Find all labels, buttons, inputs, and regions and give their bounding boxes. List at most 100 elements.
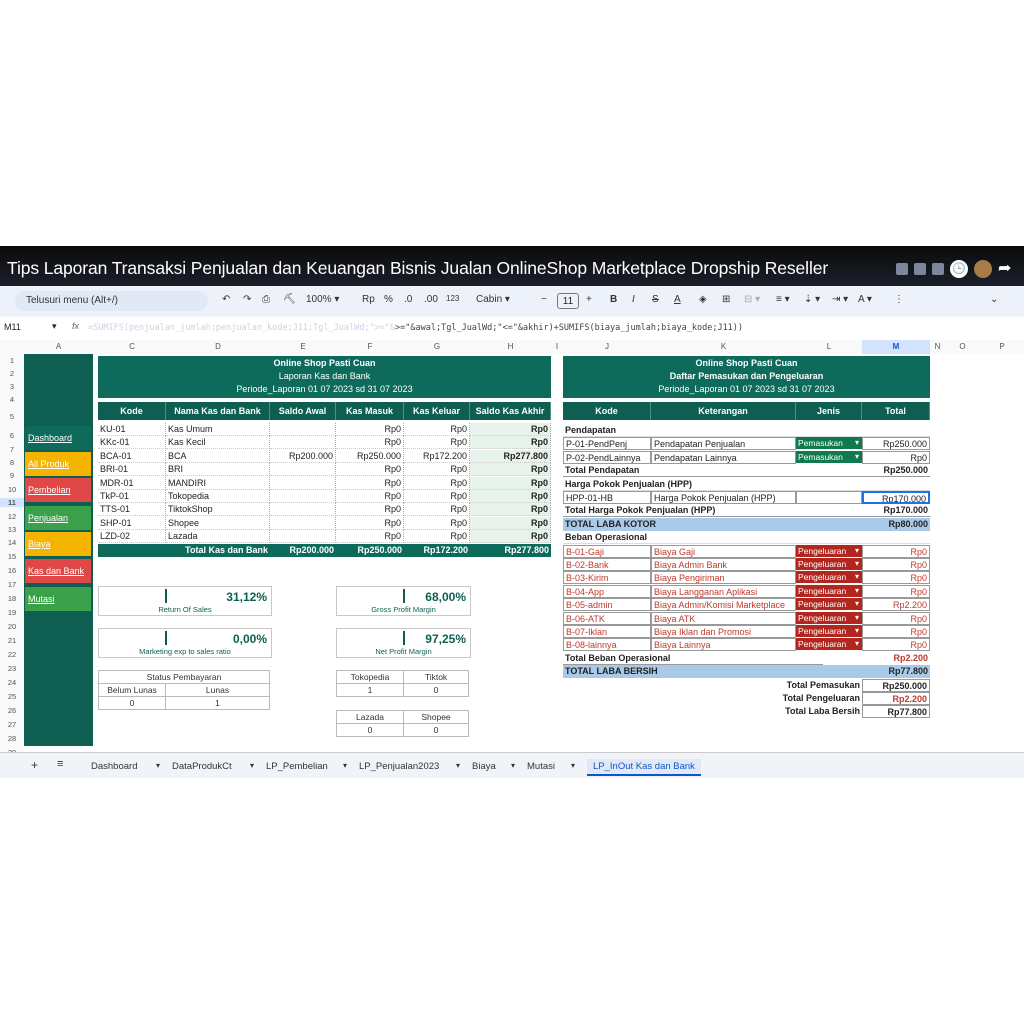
kas-header-cell[interactable]: Kode [98,402,166,420]
sheet-tab[interactable]: Biaya [472,761,496,772]
column-header[interactable]: O [945,342,980,351]
number-format-button[interactable]: 123 [446,294,459,303]
row-number[interactable]: 22 [0,650,24,659]
row-number[interactable]: 4 [0,395,24,404]
row-number[interactable]: 23 [0,664,24,673]
row-number[interactable]: 18 [0,594,24,603]
column-header[interactable]: H [470,342,551,351]
pl-total-cell[interactable]: Rp0 [862,544,930,558]
row-number[interactable]: 3 [0,382,24,391]
print-icon[interactable]: ⎙ [262,294,270,305]
row-number[interactable]: 25 [0,692,24,701]
pl-type-dropdown[interactable]: Pengeluaran [796,584,862,597]
pl-total-cell[interactable]: Rp0 [862,584,930,598]
italic-icon[interactable]: I [632,294,635,305]
pl-total-cell[interactable]: Rp0 [862,558,930,571]
row-number[interactable]: 6 [0,431,24,440]
text-rotation-icon[interactable]: A ▾ [858,294,872,305]
column-header[interactable]: L [796,342,862,351]
column-header[interactable]: J [563,342,651,351]
watch-later-icon[interactable]: 🕒 [950,260,968,278]
text-color-icon[interactable]: A [674,294,681,305]
pl-total-cell[interactable]: Rp0 [862,625,930,638]
nav-kas-dan-bank[interactable]: Kas dan Bank [25,559,91,583]
row-number[interactable]: 27 [0,720,24,729]
row-number[interactable]: 26 [0,706,24,715]
column-header[interactable]: I [551,342,563,351]
pl-type-dropdown[interactable]: Pemasukan [796,437,862,450]
row-number[interactable]: 1 [0,356,24,365]
row-number[interactable]: 10 [0,485,24,494]
text-wrap-icon[interactable]: ⇥ ▾ [832,294,848,305]
pl-total-cell[interactable]: Rp0 [862,571,930,585]
row-number[interactable]: 21 [0,636,24,645]
currency-format-button[interactable]: Rp [362,294,375,305]
paint-format-icon[interactable]: ⛏ [283,294,296,305]
pl-type-dropdown[interactable]: Pengeluaran [796,625,862,637]
row-number[interactable]: 8 [0,458,24,467]
column-header[interactable]: M [862,340,930,354]
row-number[interactable]: 13 [0,525,24,534]
row-number[interactable]: 14 [0,538,24,547]
align-horizontal-icon[interactable]: ≡ ▾ [776,294,790,305]
font-size-input[interactable]: 11 [557,293,579,309]
kas-header-cell[interactable]: Kas Masuk [336,402,404,420]
pl-total-cell[interactable]: Rp0 [862,638,930,652]
row-number[interactable]: 19 [0,608,24,617]
sheet-tab[interactable]: LP_Pembelian [266,761,328,772]
column-header[interactable]: P [980,342,1024,351]
formula-input[interactable]: =SUMIFS(penjualan_jumlah;penjualan_kode;… [88,323,743,333]
row-number[interactable]: 28 [0,734,24,743]
sheet-tab[interactable]: DataProdukCt [172,761,232,772]
kas-header-cell[interactable]: Saldo Awal [270,402,336,420]
kas-header-cell[interactable]: Kas Keluar [404,402,470,420]
share-icon[interactable]: ➦ [998,260,1016,278]
percent-format-button[interactable]: % [384,294,393,305]
strikethrough-icon[interactable]: S [652,294,659,305]
tab-dropdown-icon[interactable]: ▾ [571,761,575,770]
bold-icon[interactable]: B [610,294,617,305]
pl-type-dropdown[interactable]: Pengeluaran [796,638,862,651]
row-number[interactable]: 2 [0,369,24,378]
merge-cells-icon[interactable]: ⊟ ▾ [744,294,760,305]
tab-dropdown-icon[interactable]: ▾ [156,761,160,770]
menu-search-input[interactable]: Telusuri menu (Alt+/) [15,291,208,311]
column-header[interactable]: G [404,342,470,351]
tab-dropdown-icon[interactable]: ▾ [250,761,254,770]
extension-icon[interactable] [896,263,908,275]
pl-type-dropdown[interactable]: Pengeluaran [796,598,862,611]
undo-icon[interactable]: ↶ [222,294,230,305]
row-number[interactable]: 7 [0,445,24,454]
extension-icon[interactable] [932,263,944,275]
borders-icon[interactable]: ⊞ [722,294,730,305]
more-icon[interactable]: ⋮ [894,294,904,305]
name-box-dropdown-icon[interactable]: ▾ [52,321,57,332]
row-number[interactable]: 11 [0,498,24,507]
kas-header-cell[interactable]: Nama Kas dan Bank [166,402,270,420]
pl-type-dropdown[interactable]: Pengeluaran [796,544,862,557]
extension-icon[interactable] [914,263,926,275]
tab-dropdown-icon[interactable]: ▾ [511,761,515,770]
pl-total-cell[interactable]: Rp170.000 [862,491,930,504]
channel-avatar[interactable] [974,260,992,278]
add-sheet-icon[interactable]: + [31,758,38,772]
nav-penjualan[interactable]: Penjualan [25,506,91,530]
row-number[interactable]: 20 [0,622,24,631]
column-header[interactable]: N [930,342,945,351]
fill-color-icon[interactable]: ◈ [699,294,707,305]
column-header[interactable]: F [336,342,404,351]
font-select[interactable]: Cabin ▾ [476,294,510,305]
increase-decimal-button[interactable]: .00 [424,294,438,305]
name-box[interactable]: M11 [4,322,21,332]
row-number[interactable]: 24 [0,678,24,687]
row-number[interactable]: 15 [0,552,24,561]
decrease-decimal-button[interactable]: .0 [404,294,412,305]
zoom-select[interactable]: 100% ▾ [306,294,339,305]
kas-header-cell[interactable]: Saldo Kas Akhir [470,402,551,420]
pl-type-dropdown[interactable]: Pengeluaran [796,571,862,584]
nav-pembelian[interactable]: Pembelian [25,478,91,502]
pl-total-cell[interactable]: Rp250.000 [862,437,930,451]
pl-total-cell[interactable]: Rp2.200 [862,598,930,612]
tab-dropdown-icon[interactable]: ▾ [456,761,460,770]
pl-type-dropdown[interactable]: Pemasukan [796,450,862,463]
